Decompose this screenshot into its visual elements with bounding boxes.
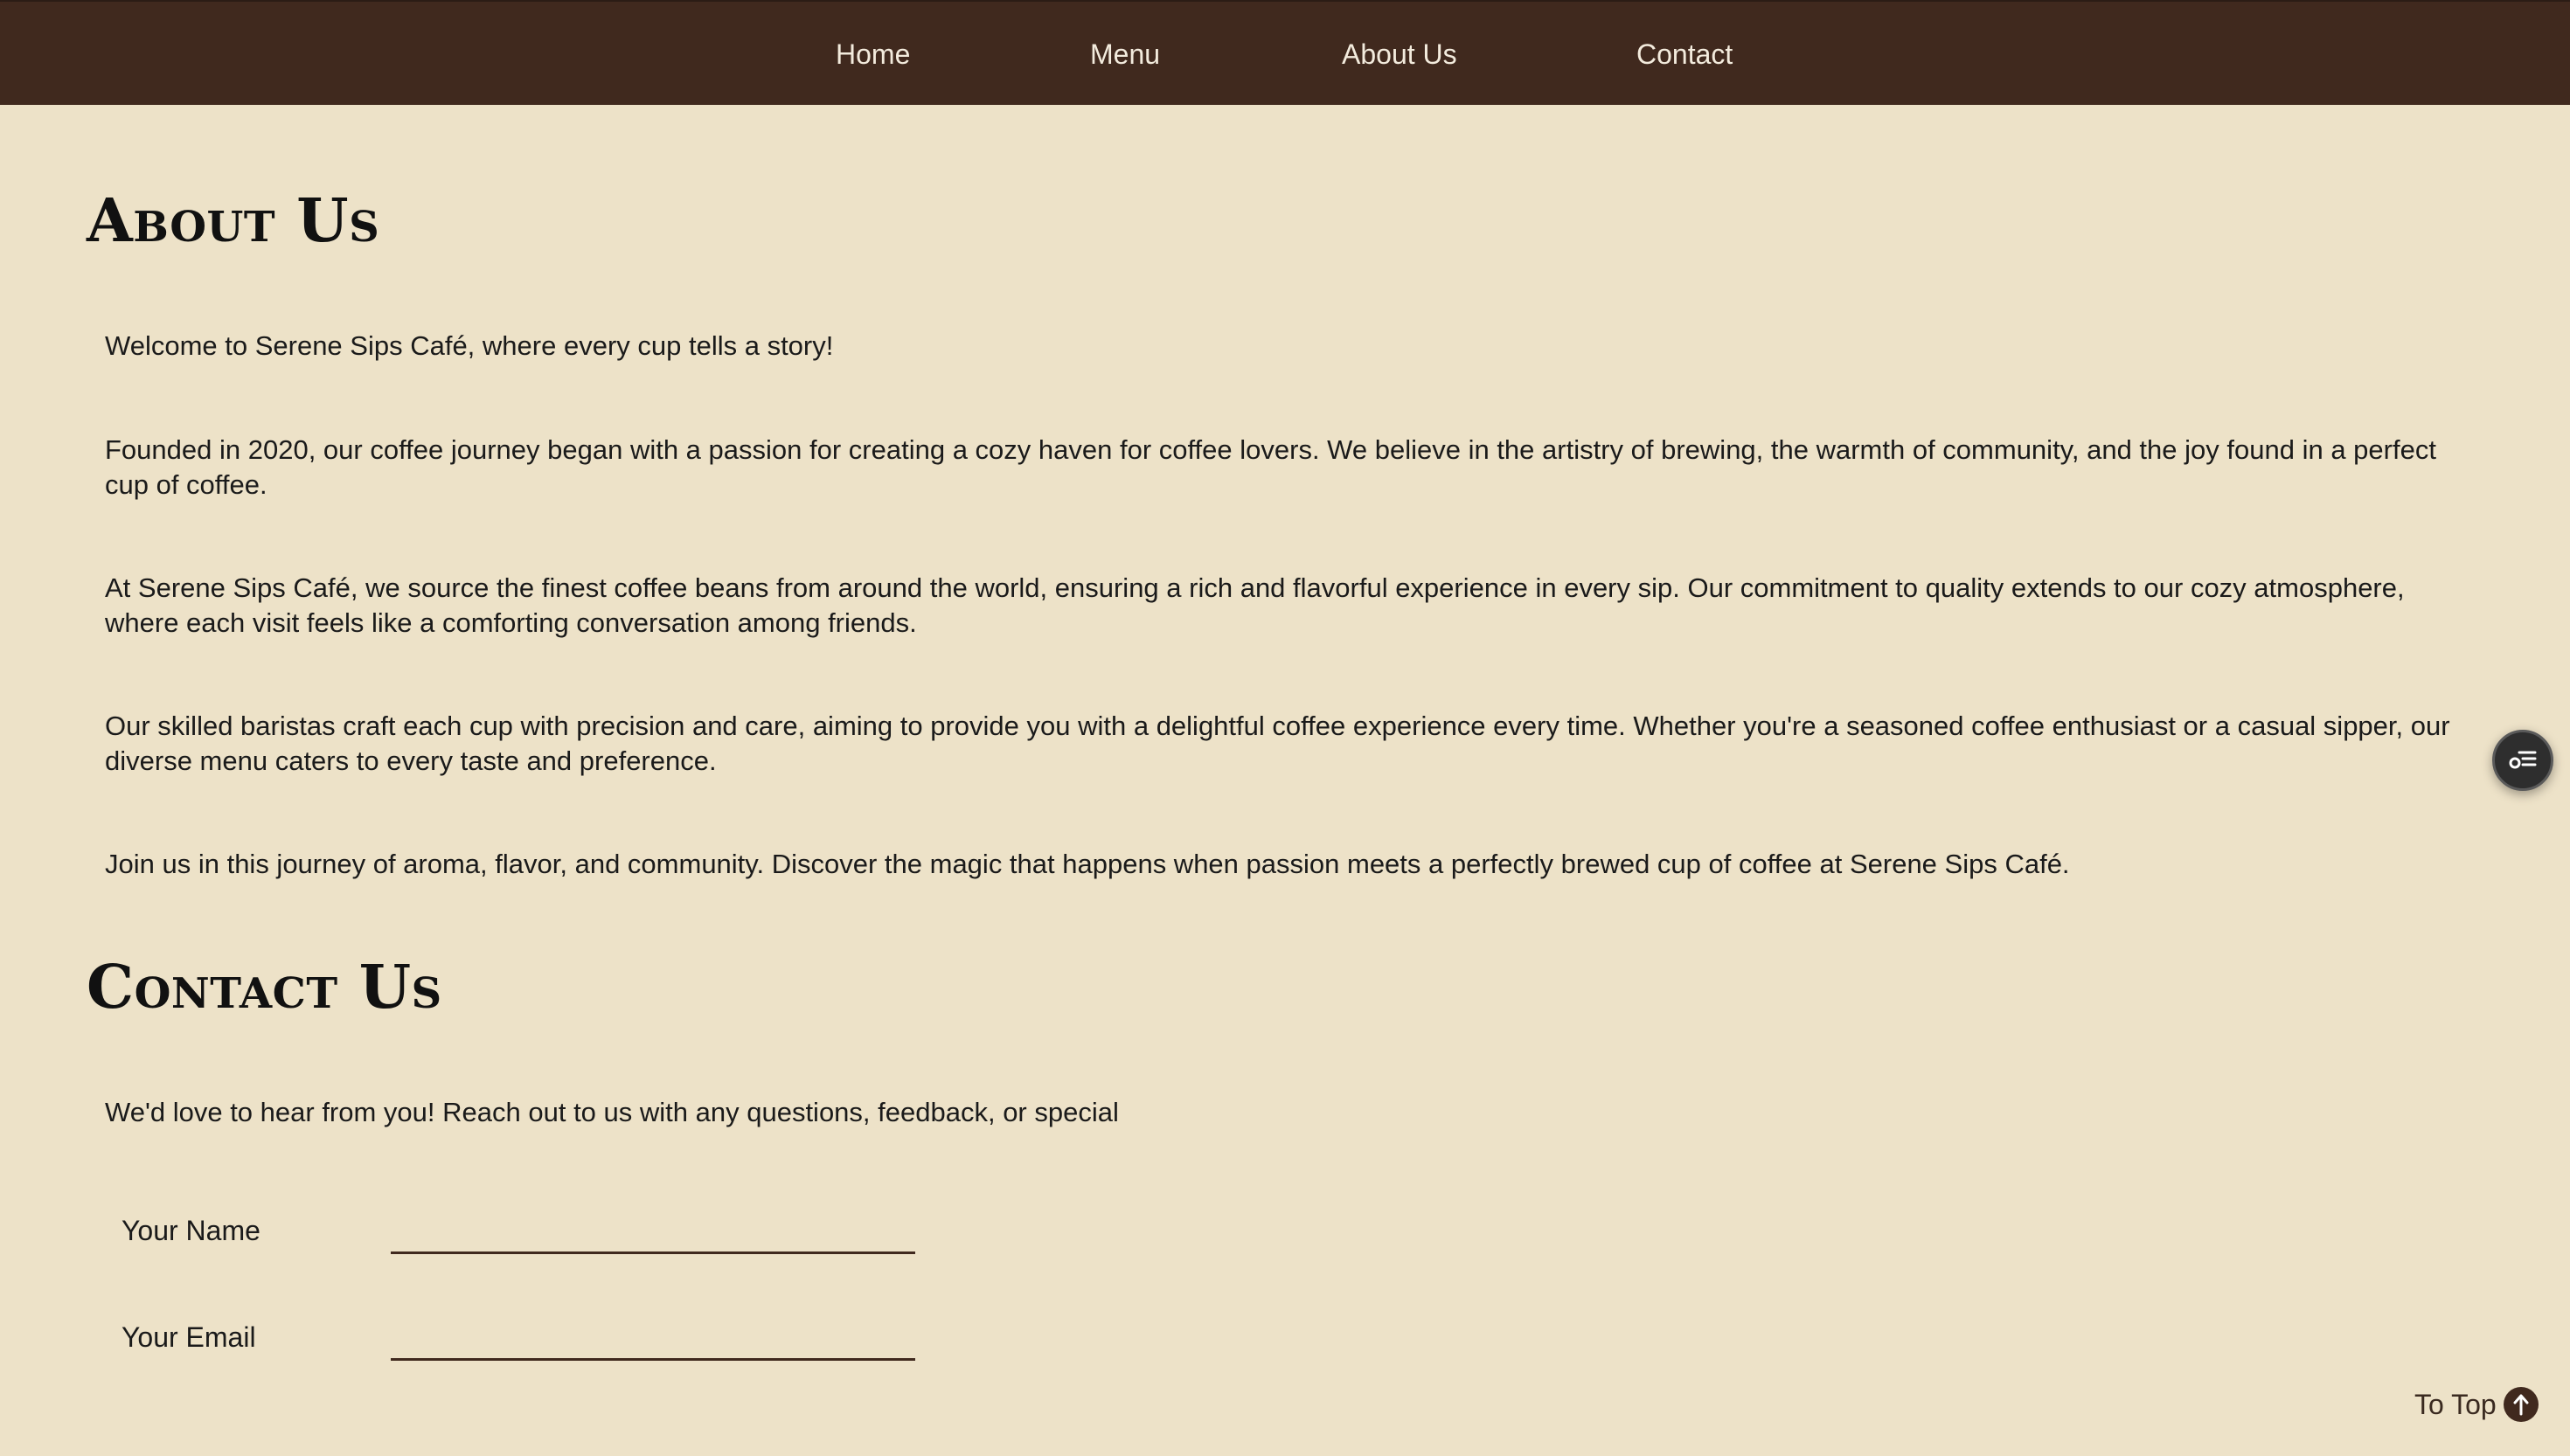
email-label: Your Email [122, 1321, 256, 1353]
chat-list-icon [2507, 745, 2539, 776]
nav-link-contact[interactable]: Contact [1636, 2, 1733, 107]
top-navbar: Home Menu About Us Contact [0, 0, 2570, 105]
arrow-up-icon [2503, 1387, 2539, 1422]
about-paragraph-5: Join us in this journey of aroma, flavor… [105, 849, 2070, 879]
nav-link-home[interactable]: Home [836, 2, 910, 107]
name-field[interactable] [391, 1213, 915, 1254]
chat-floating-button[interactable] [2492, 730, 2553, 791]
about-paragraph-3: At Serene Sips Café, we source the fines… [105, 572, 2405, 638]
contact-heading: Contact Us [87, 953, 442, 1023]
nav-link-about-us[interactable]: About Us [1342, 2, 1457, 107]
about-paragraph-2: Founded in 2020, our coffee journey bega… [105, 434, 2436, 500]
about-heading: About Us [87, 186, 380, 256]
email-field[interactable] [391, 1320, 915, 1361]
about-paragraph-1: Welcome to Serene Sips Café, where every… [105, 330, 834, 361]
about-paragraph-4: Our skilled baristas craft each cup with… [105, 711, 2450, 776]
name-label: Your Name [122, 1215, 260, 1246]
to-top-label: To Top [2414, 1388, 2497, 1420]
nav-link-menu[interactable]: Menu [1090, 2, 1160, 107]
to-top-button[interactable]: To Top [2414, 1385, 2539, 1424]
contact-intro: We'd love to hear from you! Reach out to… [105, 1097, 1119, 1127]
